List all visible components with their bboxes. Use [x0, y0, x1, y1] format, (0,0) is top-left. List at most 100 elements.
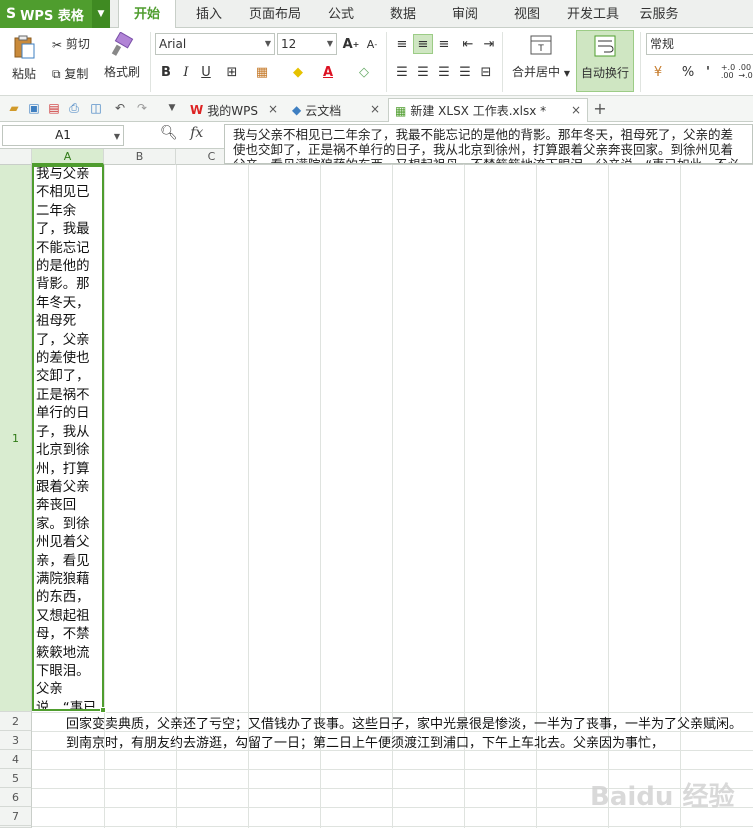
- comma-button[interactable]: ': [698, 62, 718, 82]
- underline-icon[interactable]: U: [196, 62, 216, 82]
- chevron-down-icon: ▼: [113, 132, 120, 141]
- align-left-icon[interactable]: ☰: [392, 62, 412, 82]
- distributed-icon[interactable]: ⊟: [476, 62, 496, 82]
- italic-icon[interactable]: I: [176, 62, 196, 82]
- increase-font-icon[interactable]: A +: [341, 34, 361, 54]
- tab-view[interactable]: 视图: [504, 0, 550, 28]
- folder-icon[interactable]: ▰: [6, 100, 22, 116]
- merge-cells-icon: T: [530, 35, 552, 55]
- row-header-3[interactable]: 3: [0, 731, 32, 750]
- name-box[interactable]: A1 ▼: [2, 125, 124, 146]
- row-header-6[interactable]: 6: [0, 788, 32, 807]
- font-color-icon[interactable]: A: [318, 62, 338, 82]
- tab-data[interactable]: 数据: [380, 0, 426, 28]
- decrease-decimal-button[interactable]: .00 →.0: [738, 62, 753, 82]
- ribbon-divider: [640, 32, 641, 92]
- app-menu-button[interactable]: S WPS 表格 ▼: [0, 0, 110, 28]
- ribbon: 粘贴 ✂ 剪切 ⧉ 复制 格式刷 Arial ▼ 12 ▼ A + A- B I …: [0, 28, 753, 96]
- print-preview-icon[interactable]: ◫: [88, 100, 104, 116]
- chevron-down-icon: ▼: [326, 39, 333, 48]
- tab-developer[interactable]: 开发工具: [562, 0, 624, 28]
- chevron-down-icon: ▼: [264, 39, 271, 48]
- cell-a2[interactable]: 回家变卖典质，父亲还了亏空；又借钱办了丧事。这些日子，家中光景很是惨淡，一半为了…: [66, 713, 742, 732]
- currency-icon[interactable]: ¥: [648, 62, 668, 82]
- tab-formulas[interactable]: 公式: [318, 0, 364, 28]
- close-icon[interactable]: ×: [571, 103, 581, 117]
- decrease-font-icon[interactable]: A-: [362, 34, 382, 54]
- tab-label: 我的WPS: [207, 103, 258, 118]
- export-pdf-icon[interactable]: ▤: [46, 100, 62, 116]
- formula-input[interactable]: 我与父亲不相见已二年余了，我最不能忘记的是他的背影。那年冬天，祖母死了，父亲的差…: [224, 124, 753, 164]
- bold-icon[interactable]: B: [156, 62, 176, 82]
- tab-page-layout[interactable]: 页面布局: [244, 0, 306, 28]
- tab-cloud[interactable]: 云服务: [636, 0, 682, 28]
- align-bottom-icon[interactable]: ≡: [434, 34, 454, 54]
- font-name-value: Arial: [159, 37, 187, 51]
- wps-logo-icon: S: [6, 6, 17, 22]
- cell-a3[interactable]: 到南京时，有朋友约去游逛，勾留了一日；第二日上午便须渡江到浦口，下午上车北去。父…: [66, 732, 664, 751]
- grid-line: [32, 769, 753, 770]
- justify-icon[interactable]: ☰: [455, 62, 475, 82]
- paste-label: 粘贴: [11, 67, 36, 81]
- brush-icon: [111, 31, 134, 56]
- copy-button[interactable]: ⧉ 复制: [52, 65, 88, 82]
- percent-button[interactable]: %: [678, 62, 698, 82]
- format-painter-label: 格式刷: [103, 65, 140, 79]
- wrap-text-button[interactable]: 自动换行: [576, 30, 634, 92]
- chevron-down-icon[interactable]: ▼: [92, 0, 110, 28]
- merge-center-button[interactable]: T 合并居中 ▼: [508, 32, 574, 80]
- baidu-watermark: Baidu 经验: [590, 782, 735, 812]
- font-name-select[interactable]: Arial ▼: [155, 33, 275, 55]
- redo-icon[interactable]: ↷: [134, 100, 150, 116]
- formula-tools: 🔍︎ fx: [160, 125, 203, 141]
- app-name: WPS 表格: [20, 8, 84, 24]
- fill-pattern-icon[interactable]: ▦: [252, 62, 272, 82]
- cut-button[interactable]: ✂ 剪切: [52, 35, 90, 52]
- number-format-select[interactable]: 常规: [646, 33, 753, 55]
- decrease-indent-icon[interactable]: ⇤: [458, 34, 478, 54]
- document-tab-bar: ▰ ▣ ▤ ⎙ ◫ ↶ ↷ ▼ W 我的WPS × ◆ 云文档 × ▦ 新建 X…: [0, 96, 753, 122]
- cell-a1[interactable]: 我与父亲不相见已二年余了，我最不能忘记的是他的背影。那年冬天，祖母死了，父亲的差…: [34, 166, 102, 710]
- paste-button[interactable]: 粘贴: [6, 34, 42, 82]
- row-header-4[interactable]: 4: [0, 750, 32, 769]
- align-right-icon[interactable]: ☰: [434, 62, 454, 82]
- increase-indent-icon[interactable]: ⇥: [479, 34, 499, 54]
- row-header-5[interactable]: 5: [0, 769, 32, 788]
- align-middle-icon[interactable]: ≡: [413, 34, 433, 54]
- tab-home[interactable]: 开始: [118, 0, 176, 29]
- zoom-formula-icon[interactable]: 🔍︎: [160, 125, 178, 141]
- row-header-2[interactable]: 2: [0, 712, 32, 731]
- tab-cloud-docs[interactable]: ◆ 云文档 ×: [286, 98, 386, 122]
- tab-insert[interactable]: 插入: [186, 0, 232, 28]
- tab-workbook[interactable]: ▦ 新建 XLSX 工作表.xlsx * ×: [388, 98, 588, 122]
- wrap-text-icon: [594, 35, 616, 57]
- fill-color-icon[interactable]: ◆: [288, 62, 308, 82]
- fx-button[interactable]: fx: [190, 125, 203, 141]
- close-icon[interactable]: ×: [370, 102, 380, 116]
- align-center-icon[interactable]: ☰: [413, 62, 433, 82]
- print-icon[interactable]: ⎙: [66, 100, 82, 116]
- close-icon[interactable]: ×: [268, 102, 278, 116]
- tab-my-wps[interactable]: W 我的WPS ×: [184, 98, 284, 122]
- merge-center-label: 合并居中: [512, 65, 561, 79]
- borders-icon[interactable]: ⊞: [222, 62, 242, 82]
- tab-label: 云文档: [305, 103, 342, 118]
- chevron-down-icon[interactable]: ▼: [164, 100, 180, 116]
- ribbon-divider: [386, 32, 387, 92]
- save-icon[interactable]: ▣: [26, 100, 42, 116]
- font-size-select[interactable]: 12 ▼: [277, 33, 337, 55]
- row-header-7[interactable]: 7: [0, 807, 32, 826]
- column-header-b[interactable]: B: [104, 149, 176, 165]
- new-tab-icon[interactable]: +: [592, 99, 608, 118]
- select-all-corner[interactable]: [0, 149, 32, 165]
- align-top-icon[interactable]: ≡: [392, 34, 412, 54]
- wps-w-icon: W: [190, 103, 204, 117]
- column-header-a[interactable]: A: [32, 149, 104, 165]
- format-painter-button[interactable]: 格式刷: [100, 31, 144, 80]
- row-header-1[interactable]: 1: [0, 165, 32, 712]
- scissors-icon: ✂: [52, 37, 63, 52]
- tab-review[interactable]: 审阅: [442, 0, 488, 28]
- clear-format-icon[interactable]: ◇: [354, 62, 374, 82]
- increase-decimal-button[interactable]: +.0.00: [720, 62, 736, 82]
- undo-icon[interactable]: ↶: [112, 100, 128, 116]
